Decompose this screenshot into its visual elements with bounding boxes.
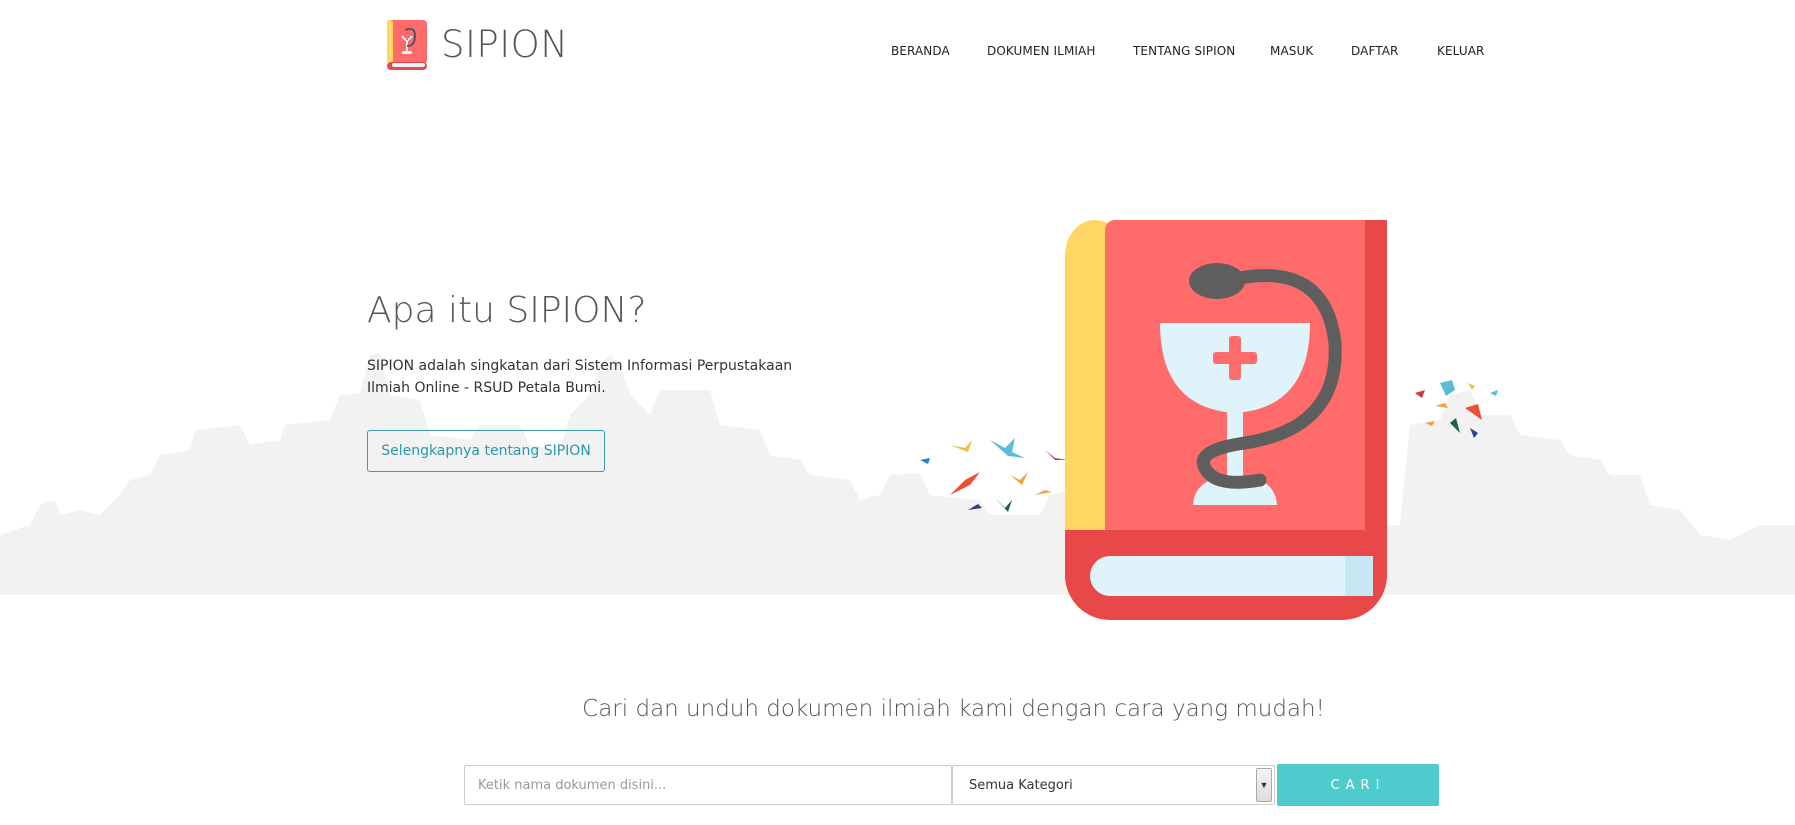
search-section-title: Cari dan unduh dokumen ilmiah kami denga…	[582, 696, 1325, 722]
main-nav: BERANDA DOKUMEN ILMIAH TENTANG SIPION MA…	[0, 44, 1795, 64]
category-select-value: Semua Kategori	[969, 778, 1073, 793]
search-button[interactable]: CARI	[1277, 764, 1439, 806]
pharmacy-book-illustration	[1065, 220, 1387, 620]
category-select[interactable]: Semua Kategori ▼	[952, 765, 1275, 805]
chevron-down-icon[interactable]: ▼	[1256, 768, 1272, 802]
document-search-input[interactable]	[464, 765, 952, 805]
nav-item-dokumen-ilmiah[interactable]: DOKUMEN ILMIAH	[987, 44, 1096, 58]
nav-item-keluar[interactable]: KELUAR	[1437, 44, 1484, 58]
nav-item-tentang-sipion[interactable]: TENTANG SIPION	[1133, 44, 1235, 58]
birds-illustration-left	[920, 438, 1068, 512]
hero-description: SIPION adalah singkatan dari Sistem Info…	[367, 358, 793, 396]
birds-illustration-right	[1415, 380, 1498, 438]
hero-title: Apa itu SIPION?	[367, 290, 647, 331]
nav-item-daftar[interactable]: DAFTAR	[1351, 44, 1398, 58]
nav-item-beranda[interactable]: BERANDA	[891, 44, 950, 58]
nav-item-masuk[interactable]: MASUK	[1270, 44, 1313, 58]
site-header: SIPION BERANDA DOKUMEN ILMIAH TENTANG SI…	[0, 0, 1795, 95]
learn-more-button[interactable]: Selengkapnya tentang SIPION	[367, 430, 605, 472]
skyline-background	[0, 353, 1795, 595]
